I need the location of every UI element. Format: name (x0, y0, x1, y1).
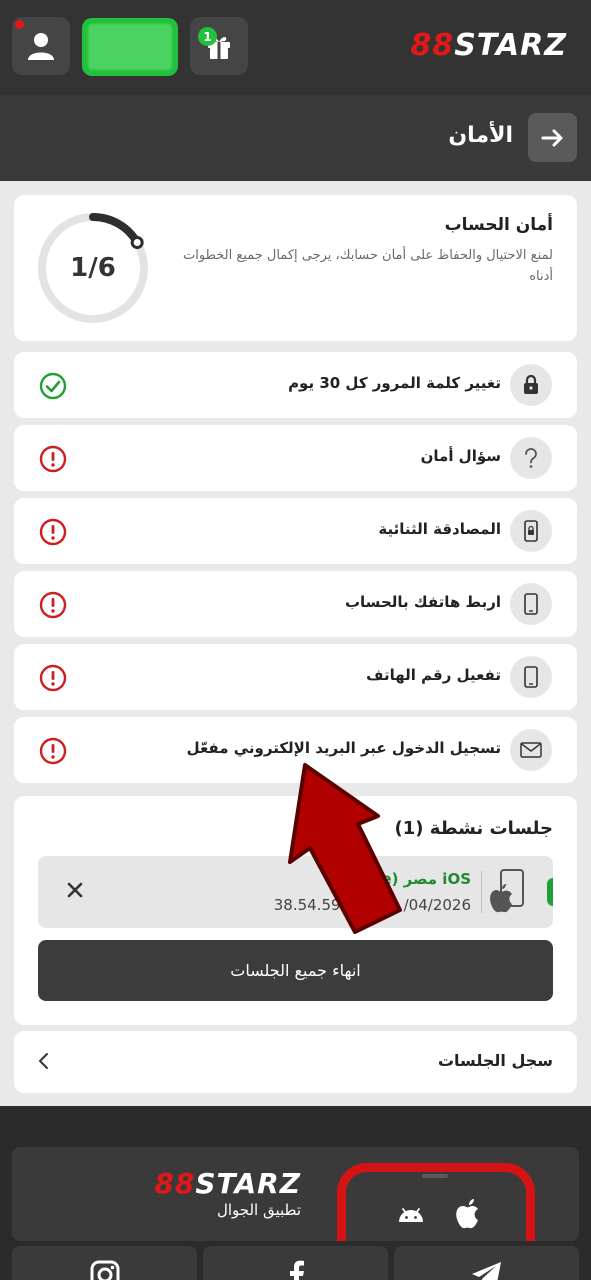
warning-circle-icon (39, 445, 67, 473)
footer: 88STARZ تطبيق الجوال (0, 1106, 591, 1280)
arrow-right-icon (541, 129, 562, 146)
instagram-button[interactable] (12, 1246, 197, 1280)
footer-logo-mark: 88 (154, 1167, 196, 1200)
security-item-link-phone[interactable]: اربط هاتفك بالحساب (14, 571, 577, 637)
telegram-button[interactable] (394, 1246, 579, 1280)
balance-button[interactable] (82, 18, 178, 76)
phone-icon (510, 656, 552, 698)
main-content: أمان الحساب لمنع الاحتيال والحفاظ على أم… (0, 181, 591, 1106)
warning-circle-icon (39, 591, 67, 619)
mobile-app-banner[interactable]: 88STARZ تطبيق الجوال (12, 1147, 579, 1241)
mobile-app-label: تطبيق الجوال (216, 1201, 301, 1219)
phone-lock-icon (510, 510, 552, 552)
security-item-password[interactable]: تغيير كلمة المرور كل 30 يوم (14, 352, 577, 418)
account-security-description: لمنع الاحتيال والحفاظ على أمان حسابك، ير… (183, 248, 553, 284)
page-title: الأمان (448, 123, 513, 148)
telegram-icon (471, 1262, 501, 1280)
gift-button[interactable] (190, 17, 248, 75)
account-security-title: أمان الحساب (444, 215, 553, 235)
annotation-arrow (288, 763, 402, 934)
security-item-label: تسجيل الدخول عبر البريد الإلكتروني مفعّل (186, 739, 501, 757)
security-item-label: اربط هاتفك بالحساب (344, 593, 501, 611)
instagram-icon (90, 1260, 119, 1280)
security-item-label: سؤال أمان (420, 447, 501, 465)
warning-circle-icon (39, 664, 67, 692)
apple-icon[interactable] (454, 1196, 484, 1230)
gift-count-badge: 1 (198, 27, 217, 46)
session-history-row[interactable]: سجل الجلسات (14, 1031, 577, 1093)
security-item-label: تغيير كلمة المرور كل 30 يوم (288, 374, 501, 392)
session-divider (481, 871, 482, 913)
end-all-sessions-button[interactable]: انهاء جميع الجلسات (38, 940, 553, 1001)
progress-label: 1/6 (70, 253, 116, 283)
security-item-activate-phone[interactable]: تفعيل رقم الهاتف (14, 644, 577, 710)
current-session-indicator (547, 878, 553, 906)
facebook-icon (289, 1260, 304, 1280)
phone-notch (422, 1174, 448, 1178)
android-icon[interactable] (396, 1200, 426, 1230)
security-item-label: تفعيل رقم الهاتف (366, 666, 501, 684)
back-button[interactable] (528, 113, 577, 162)
logo-text: STARZ (454, 28, 567, 63)
warning-circle-icon (39, 518, 67, 546)
phone-icon (510, 583, 552, 625)
brand-logo[interactable]: 88STARZ (410, 28, 567, 63)
top-bar: 1 88STARZ (0, 0, 591, 95)
check-circle-icon (39, 372, 67, 400)
device-apple-icon (490, 869, 524, 913)
account-security-card: أمان الحساب لمنع الاحتيال والحفاظ على أم… (14, 195, 577, 341)
security-item-2fa[interactable]: المصادقة الثنائية (14, 498, 577, 564)
user-icon (28, 33, 54, 60)
logo-mark: 88 (410, 28, 455, 63)
security-item-label: المصادقة الثنائية (378, 520, 501, 538)
security-item-question[interactable]: سؤال أمان (14, 425, 577, 491)
session-history-label: سجل الجلسات (437, 1051, 553, 1070)
footer-logo-text: STARZ (195, 1167, 301, 1200)
warning-circle-icon (39, 737, 67, 765)
balance-blurred (88, 24, 172, 70)
facebook-button[interactable] (203, 1246, 388, 1280)
notification-dot (15, 20, 24, 29)
lock-icon (510, 364, 552, 406)
phone-illustration (337, 1163, 535, 1241)
envelope-icon (510, 729, 552, 771)
footer-logo: 88STARZ (154, 1167, 301, 1200)
question-icon (510, 437, 552, 479)
chevron-left-icon (39, 1053, 48, 1069)
close-icon[interactable] (62, 877, 88, 903)
section-header: الأمان (0, 95, 591, 181)
